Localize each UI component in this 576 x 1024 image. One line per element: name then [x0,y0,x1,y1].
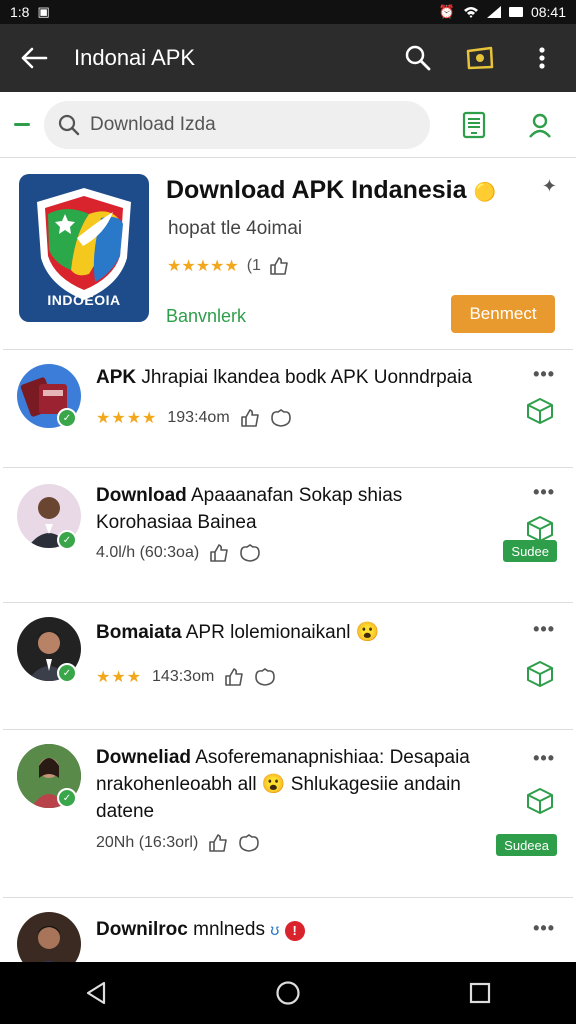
image-notification-icon: ▣ [37,4,50,19]
item-meta: ★★★★ 193:4om [96,408,292,428]
install-button[interactable]: Benmect [451,295,555,333]
item-meta: 20Nh (16:3orl) [96,834,260,852]
battery-icon [508,7,523,17]
nav-back-button[interactable] [66,968,126,1018]
search-button[interactable] [396,36,440,80]
featured-rating: ★★★★★ (1 [167,256,289,276]
circle-home-icon [276,981,300,1005]
like-icon[interactable] [270,409,292,427]
app-title: Indonai APK [74,45,196,70]
share-icon[interactable] [240,409,260,427]
triangle-back-icon [86,981,106,1005]
search-input[interactable] [90,113,370,136]
alert-icon: ! [284,921,305,941]
item-meta-text: 193:4om [167,409,230,426]
item-meta-text: 20Nh (16:3orl) [96,834,199,851]
item-more-button[interactable]: ••• [533,918,555,939]
search-icon [58,114,80,135]
screen: 1:8 ▣ ⏰ 08:41 Indonai APK Download Izda … [0,0,576,1024]
item-more-button[interactable]: ••• [533,619,555,640]
sparkle-icon[interactable]: ✦ [542,176,557,197]
barcode-button[interactable] [452,103,496,147]
list-item[interactable]: ✓ Downeliad Asoferemanapnishiaa: Desapai… [3,730,573,898]
status-time: 1:8 [10,4,30,20]
status-bar: 1:8 ▣ ⏰ 08:41 [0,0,576,24]
arrow-left-icon [21,47,48,69]
featured-title: Download APK Indanesia 🟡 [166,176,496,204]
list-item[interactable]: ✓ Bomaiata APR lolemionaikanl 😮 ★★★ 143:… [3,603,573,730]
rating-stars: ★★★ [96,669,143,686]
item-meta: ★★★ 143:3om [96,667,276,687]
cube-icon[interactable] [525,659,555,689]
back-button[interactable] [12,36,56,80]
item-title: Downilroc mnlneds ʊ ! [96,916,503,944]
wallet-button[interactable] [458,36,502,80]
item-more-button[interactable]: ••• [533,482,555,503]
item-title: Downeliad Asoferemanapnishiaa: Desapaia … [96,747,470,822]
like-icon[interactable] [238,834,260,852]
more-vert-icon [539,47,545,69]
cube-icon[interactable] [525,396,555,426]
user-icon [529,113,551,138]
wifi-icon [463,7,478,18]
rating-stars: ★★★★★ [167,258,239,275]
list-item[interactable]: ✓ Download Apaaanafan Sokap shias Koroha… [3,468,573,603]
like-icon[interactable] [254,668,276,686]
system-nav-bar [0,962,576,1024]
featured-app-card[interactable]: INDOEOIA Download APK Indanesia 🟡 ✦ hopa… [3,158,573,350]
verified-badge-icon: ✓ [57,530,77,550]
rating-count: (1 [246,257,261,274]
list-item[interactable]: ✓ APK Jhrapiai lkandea bodk APK Uonndrpa… [3,350,573,468]
list-item[interactable]: Downilroc mnlneds ʊ ! ••• [3,898,573,962]
emoji-badge-icon: 🟡 [473,182,496,202]
alarm-icon: ⏰ [438,4,455,19]
account-button[interactable] [518,103,562,147]
logo-text: INDOEOIA [47,292,121,308]
featured-subtitle: hopat tle 4oimai [168,218,303,239]
verified-badge-icon: ✓ [57,788,77,808]
nav-recents-button[interactable] [450,968,510,1018]
like-icon[interactable] [239,544,261,562]
item-more-button[interactable]: ••• [533,364,555,385]
item-meta: 4.0l/h (60:3oa) [96,544,261,562]
nav-home-button[interactable] [258,968,318,1018]
item-meta-text: 143:3om [152,668,215,685]
scan-icon [462,111,486,138]
search-icon [405,45,431,71]
status-badge[interactable]: Sudee [503,540,557,562]
item-title: APK Jhrapiai lkandea bodk APK Uonndrpaia [96,367,473,388]
status-badge[interactable]: Sudeea [496,834,557,856]
wallet-icon [466,46,494,70]
search-bar[interactable] [44,100,430,149]
avatar [17,912,81,962]
search-row [0,92,576,158]
verified-badge-icon: ✓ [57,663,77,683]
cube-icon[interactable] [525,786,555,816]
status-clock: 08:41 [530,4,566,20]
share-icon[interactable] [224,668,244,686]
more-options-button[interactable] [520,36,564,80]
share-icon[interactable] [208,834,228,852]
item-title: Download Apaaanafan Sokap shias Korohasi… [96,485,403,533]
share-icon[interactable] [209,544,229,562]
developer-name[interactable]: Banvnlerk [166,306,246,327]
thumbs-up-icon [270,257,288,275]
item-title: Bomaiata APR lolemionaikanl 😮 [96,622,380,643]
item-meta-text: 4.0l/h (60:3oa) [96,544,200,561]
signal-icon [486,6,501,18]
menu-dash[interactable] [14,123,30,126]
verified-badge-icon: ✓ [57,408,77,428]
warning-emoji-icon: ʊ [270,922,280,939]
square-recents-icon [469,982,491,1004]
app-bar: Indonai APK [0,24,576,92]
item-more-button[interactable]: ••• [533,748,555,769]
app-logo: INDOEOIA [19,174,149,322]
rating-stars: ★★★★ [96,410,158,427]
